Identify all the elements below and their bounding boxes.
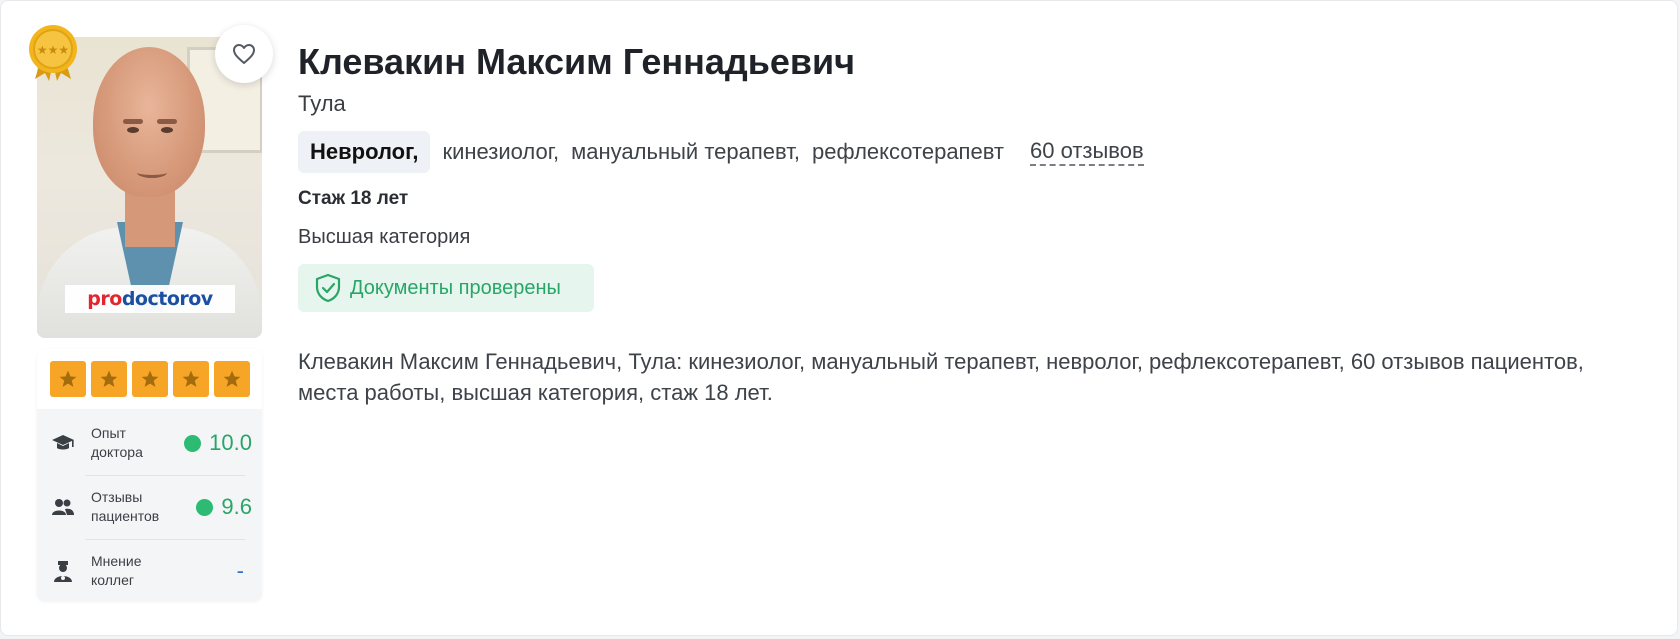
specialty-reflexotherapist[interactable]: рефлексотерапевт [812,139,1004,165]
main-specialty-badge[interactable]: Невролог, [298,131,431,173]
svg-text:★★★: ★★★ [37,43,69,57]
doctor-city: Тула [298,91,346,116]
metric-score: - [237,558,252,584]
doctor-icon [49,557,77,585]
doctor-card: pro doctorov ★★★ Опыт доктора 10.0 Отзыв… [0,0,1678,636]
metric-label: Опыт доктора [91,425,143,460]
documents-verified-badge[interactable]: Документы проверены [298,264,594,312]
photo-eye [127,127,139,133]
specialties: Невролог, кинезиолог, мануальный терапев… [298,131,1144,173]
star-icon [131,361,168,397]
photo-brow [157,119,177,124]
photo-brow [123,119,143,124]
qualification-category: Высшая категория [298,226,471,248]
favorite-button[interactable] [215,25,273,83]
users-icon [49,493,77,521]
metric-label: Отзывы пациентов [91,489,160,524]
reviews-link[interactable]: 60 отзывов [1029,138,1144,166]
metric-score: 10.0 [184,430,252,456]
score-indicator-icon [196,498,214,516]
doctor-photo[interactable]: pro doctorov [37,37,262,338]
prodoctorov-watermark: pro doctorov [65,285,235,313]
experience: Стаж 18 лет [298,188,409,209]
shield-check-icon [315,273,341,303]
photo-eye [161,127,173,133]
star-icon [90,361,127,397]
metric-doctor-experience[interactable]: Опыт доктора 10.0 [47,411,252,475]
specialty-manual-therapist[interactable]: мануальный терапевт, [571,139,800,165]
rating-panel: Опыт доктора 10.0 Отзывы пациентов 9.6 М… [37,349,262,601]
specialty-kinesiologist[interactable]: кинезиолог, [442,139,559,165]
star-rating [37,349,262,409]
graduation-cap-icon [49,429,77,457]
doctor-description: Клевакин Максим Геннадьевич, Тула: кинез… [298,349,1584,405]
verified-label: Документы проверены [350,276,561,299]
doctor-name: Клевакин Максим Геннадьевич [298,41,856,82]
gold-medal-icon: ★★★ [27,25,79,81]
metric-score: 9.6 [196,494,252,520]
metric-score-value: 9.6 [221,494,252,519]
heart-icon [233,44,255,64]
metric-score-value: - [236,558,244,583]
score-indicator-icon [184,434,202,452]
star-icon [213,361,250,397]
metric-colleagues-opinion[interactable]: Мнение коллег - [47,539,252,603]
star-icon [172,361,209,397]
metric-label: Мнение коллег [91,553,142,588]
photo-mouth [137,167,167,178]
metric-patient-reviews[interactable]: Отзывы пациентов 9.6 [47,475,252,539]
star-icon [49,361,86,397]
metric-score-value: 10.0 [209,430,252,455]
